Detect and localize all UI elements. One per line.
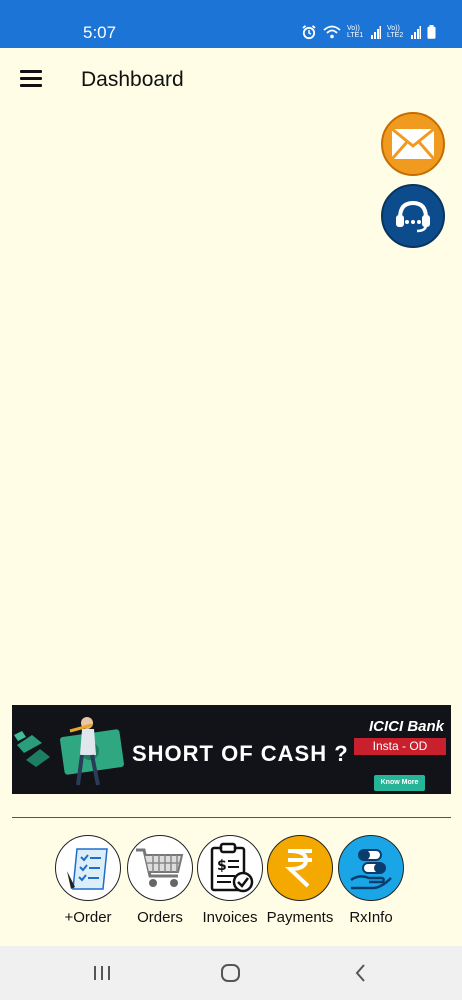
nav-payments-circle (267, 835, 333, 901)
back-icon[interactable] (352, 960, 370, 986)
divider (12, 817, 451, 818)
system-nav-bar (0, 946, 462, 1000)
rupee-icon (284, 849, 312, 888)
mail-button[interactable] (381, 112, 445, 176)
signal-sim2-icon (411, 25, 421, 39)
nav-payments[interactable]: Payments (264, 835, 336, 926)
status-icons: Vo)) LTE1 Vo)) LTE2 (301, 22, 436, 42)
banner-headline: SHORT OF CASH ? (132, 741, 349, 766)
app-bar: Dashboard (0, 48, 462, 112)
bank-logo: ICICI Bank (369, 718, 444, 735)
sim1-label: Vo)) LTE1 (347, 25, 364, 39)
medicine-icon (350, 849, 392, 890)
invoice-icon: $ (210, 842, 254, 893)
ad-banner[interactable]: SHORT OF CASH ? ICICI Bank Insta - OD Kn… (12, 705, 451, 794)
checklist-icon (67, 848, 108, 890)
nav-new-order-label: +Order (64, 909, 112, 926)
page-title: Dashboard (81, 68, 184, 91)
nav-new-order[interactable]: +Order (52, 835, 124, 926)
status-time: 5:07 (83, 23, 117, 42)
headset-icon (396, 200, 430, 233)
nav-invoices-label: Invoices (202, 909, 258, 926)
bottom-nav: +Order Orders $ Invoices Payments RxInfo (55, 835, 407, 935)
hamburger-menu-icon[interactable] (20, 70, 42, 88)
nav-invoices-circle: $ (197, 835, 263, 901)
nav-rxinfo[interactable]: RxInfo (335, 835, 407, 926)
nav-rxinfo-circle (338, 835, 404, 901)
recent-apps-icon[interactable] (92, 960, 112, 986)
status-bar: 5:07 Vo)) LTE1 Vo)) LTE2 (0, 0, 462, 48)
cash-illustration-icon (14, 717, 124, 786)
envelope-icon (391, 128, 435, 160)
nav-orders[interactable]: Orders (124, 835, 196, 926)
signal-sim1-icon (371, 25, 381, 39)
alarm-icon (302, 25, 316, 40)
sim2-label: Vo)) LTE2 (387, 25, 404, 39)
nav-rxinfo-label: RxInfo (349, 909, 393, 926)
nav-new-order-circle (55, 835, 121, 901)
nav-orders-label: Orders (137, 909, 183, 926)
bank-name-text: ICICI Bank (369, 718, 445, 735)
product-badge: Insta - OD (354, 738, 446, 755)
know-more-button[interactable]: Know More (374, 775, 425, 791)
nav-payments-label: Payments (266, 909, 334, 926)
nav-invoices[interactable]: $ Invoices (194, 835, 266, 926)
battery-icon (427, 25, 436, 39)
support-button[interactable] (381, 184, 445, 248)
cart-icon (136, 848, 184, 887)
home-icon[interactable] (220, 960, 242, 986)
nav-orders-circle (127, 835, 193, 901)
wifi-icon (323, 25, 341, 39)
svg-text:$: $ (217, 858, 227, 874)
